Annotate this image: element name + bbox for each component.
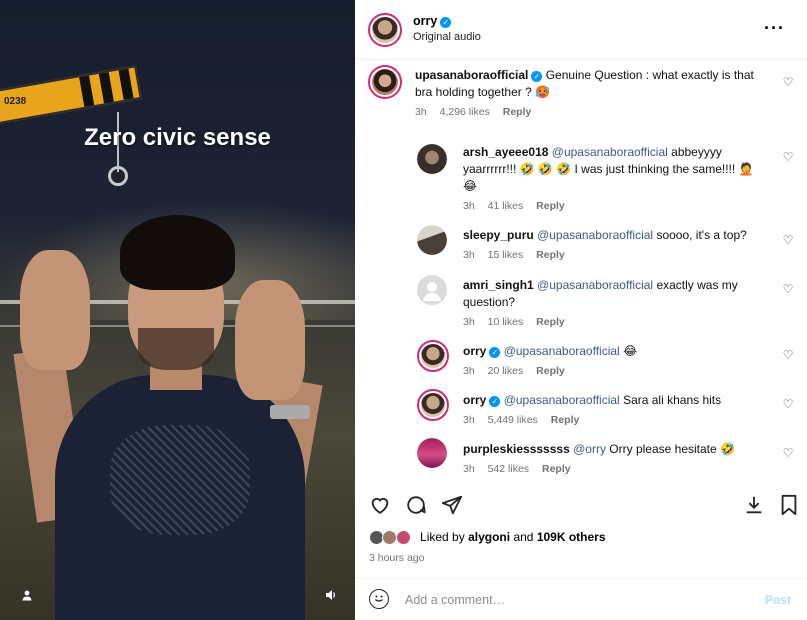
post-actions (355, 490, 807, 520)
comment-username[interactable]: orry (463, 393, 486, 407)
reply-button[interactable]: Reply (536, 249, 565, 261)
comment-age: 3h (463, 463, 475, 475)
emoji-icon[interactable] (369, 589, 389, 609)
reply-button[interactable]: Reply (536, 365, 565, 377)
comment-likes[interactable]: 15 likes (488, 249, 524, 261)
comment-likes[interactable]: 542 likes (488, 463, 529, 475)
tagged-user-icon[interactable] (18, 588, 36, 606)
comment-avatar[interactable] (417, 225, 447, 255)
comment-username[interactable]: arsh_ayeee018 (463, 145, 548, 159)
comment-body: soooo, it's a top? (656, 228, 747, 242)
share-icon[interactable] (441, 494, 463, 521)
comment-like-heart-icon[interactable]: ♡ (782, 348, 794, 362)
default-avatar-icon[interactable] (417, 275, 447, 305)
liked-by-row: Liked by alygoni and 109K others (369, 530, 606, 550)
heart-icon[interactable] (369, 494, 391, 521)
comment-age: 3h (463, 365, 475, 377)
comment-likes[interactable]: 20 likes (488, 365, 524, 377)
bookmark-icon[interactable] (779, 494, 799, 521)
comment-mention[interactable]: @upasanaboraofficial (537, 278, 653, 292)
comment-username[interactable]: purpleskiesssssss (463, 442, 570, 456)
comment-icon[interactable] (405, 494, 427, 521)
comment-like-heart-icon[interactable]: ♡ (782, 75, 794, 89)
liked-by-label: Liked by (420, 530, 465, 544)
post-header: orry ✓ Original audio ··· (355, 0, 807, 60)
comment-likes[interactable]: 10 likes (488, 316, 524, 328)
more-options-icon[interactable]: ··· (764, 19, 785, 37)
verified-badge-icon: ✓ (489, 396, 501, 407)
crane-label: 0238 (4, 96, 27, 107)
volume-icon[interactable] (322, 588, 340, 606)
comment-like-heart-icon[interactable]: ♡ (782, 282, 794, 296)
download-icon[interactable] (743, 494, 765, 521)
liker-avatar[interactable] (395, 530, 411, 546)
comment-age: 3h (415, 106, 427, 118)
comment-mention[interactable]: @upasanaboraofficial (504, 393, 620, 407)
comment-username[interactable]: sleepy_puru (463, 228, 534, 242)
crane-hook (108, 166, 128, 186)
comment-likes[interactable]: 5,449 likes (488, 414, 538, 426)
comment-avatar[interactable] (417, 144, 447, 174)
comment-likes[interactable]: 4,296 likes (440, 106, 490, 118)
comment-like-heart-icon[interactable]: ♡ (782, 397, 794, 411)
comment-like-heart-icon[interactable]: ♡ (782, 233, 794, 247)
reel-video[interactable]: 0238 Zero civic sense (0, 0, 355, 620)
comment-like-heart-icon[interactable]: ♡ (782, 150, 794, 164)
liked-by-user[interactable]: alygoni (468, 530, 510, 544)
add-comment-input[interactable]: Add a comment… (405, 593, 505, 607)
comment-like-heart-icon[interactable]: ♡ (782, 446, 794, 460)
verified-badge-icon: ✓ (440, 17, 452, 28)
liked-by-others[interactable]: 109K others (537, 530, 606, 544)
video-overlay-title: Zero civic sense (84, 124, 271, 151)
comment-username[interactable]: orry (463, 344, 486, 358)
reply-button[interactable]: Reply (536, 200, 565, 212)
liked-by-and: and (513, 530, 534, 544)
comment-mention[interactable]: @upasanaboraofficial (552, 145, 668, 159)
comment-avatar[interactable] (417, 438, 447, 468)
comment-mention[interactable]: @orry (573, 442, 606, 456)
comment-body: 😂 (623, 344, 638, 358)
comment-mention[interactable]: @upasanaboraofficial (504, 344, 620, 358)
comment-body: Sara ali khans hits (623, 393, 722, 407)
comment-age: 3h (463, 200, 475, 212)
comment-age: 3h (463, 414, 475, 426)
comment-likes[interactable]: 41 likes (488, 200, 524, 212)
reply-button[interactable]: Reply (542, 463, 571, 475)
crane-arm (0, 65, 142, 125)
video-person (13, 210, 350, 620)
reply-button[interactable]: Reply (503, 106, 532, 118)
comment-age: 3h (463, 316, 475, 328)
post-timestamp[interactable]: 3 hours ago (369, 552, 424, 564)
comment-avatar[interactable] (368, 65, 402, 99)
comments-pane: orry ✓ Original audio ··· upasanaboraoffi… (355, 0, 807, 620)
reel-viewer: 0238 Zero civic sense orry ✓ Original au… (0, 0, 807, 620)
comment-mention[interactable]: @upasanaboraofficial (537, 228, 653, 242)
author-avatar[interactable] (368, 13, 402, 47)
reply-button[interactable]: Reply (551, 414, 580, 426)
comment-age: 3h (463, 249, 475, 261)
post-comment-button[interactable]: Post (765, 593, 791, 607)
comment-avatar[interactable] (417, 389, 449, 421)
verified-badge-icon: ✓ (489, 347, 501, 358)
add-comment-bar: Add a comment… Post (355, 578, 807, 620)
comment-body: Orry please hesitate 🤣 (609, 442, 735, 456)
audio-label[interactable]: Original audio (413, 31, 481, 43)
comment-username[interactable]: amri_singh1 (463, 278, 534, 292)
comment-username[interactable]: upasanaboraofficial (415, 68, 528, 82)
reply-button[interactable]: Reply (536, 316, 565, 328)
verified-badge-icon: ✓ (531, 71, 543, 82)
comment-avatar[interactable] (417, 340, 449, 372)
author-username[interactable]: orry (413, 14, 437, 28)
